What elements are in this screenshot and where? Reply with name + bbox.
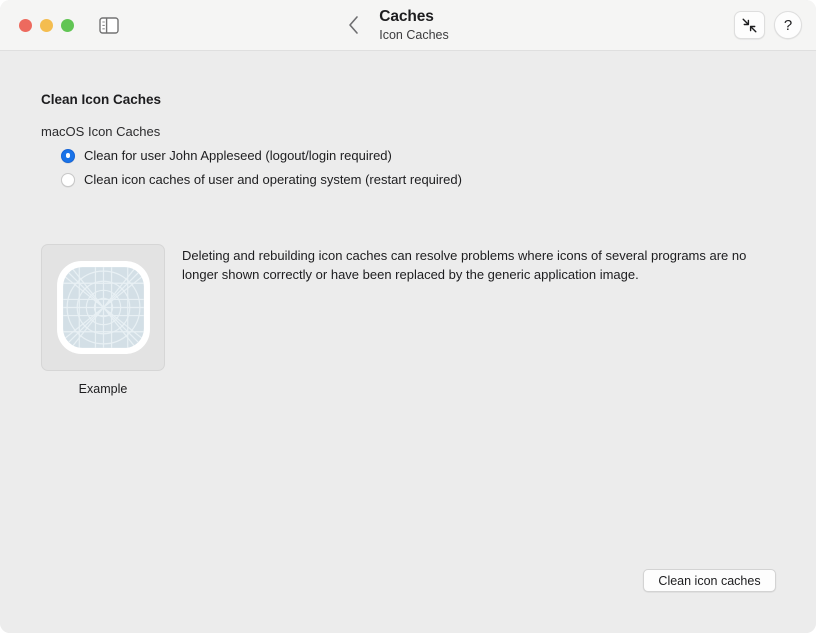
description-text: Deleting and rebuilding icon caches can … xyxy=(182,248,747,282)
collapse-window-button[interactable] xyxy=(734,11,765,39)
radio-option-system[interactable]: Clean icon caches of user and operating … xyxy=(61,172,462,187)
radio-button-unselected-icon[interactable] xyxy=(61,172,75,187)
radio-label-system: Clean icon caches of user and operating … xyxy=(84,172,462,187)
close-window-button[interactable] xyxy=(19,19,32,32)
title-group: Caches Icon Caches xyxy=(0,0,816,51)
sidebar-toggle-button[interactable] xyxy=(96,14,122,37)
window-title: Caches xyxy=(379,7,434,25)
window-controls xyxy=(19,19,74,32)
example-image-frame xyxy=(41,244,165,371)
radio-button-selected-icon[interactable] xyxy=(61,148,75,163)
minimize-window-button[interactable] xyxy=(40,19,53,32)
app-window: Caches Icon Caches ? Clean Icon Caches m xyxy=(0,0,816,633)
titlebar: Caches Icon Caches ? xyxy=(0,0,816,51)
clean-icon-caches-button[interactable]: Clean icon caches xyxy=(643,569,776,592)
window-subtitle: Icon Caches xyxy=(379,28,449,43)
example-caption: Example xyxy=(78,382,128,396)
collapse-arrows-icon xyxy=(742,18,757,33)
radio-label-user: Clean for user John Appleseed (logout/lo… xyxy=(84,148,392,163)
sidebar-toggle-icon xyxy=(99,17,119,34)
group-label: macOS Icon Caches xyxy=(41,124,161,139)
titlebar-actions: ? xyxy=(734,11,802,39)
example-block: Example xyxy=(41,244,165,396)
help-question-mark-icon: ? xyxy=(783,16,793,34)
generic-application-icon xyxy=(56,261,150,354)
radio-option-user[interactable]: Clean for user John Appleseed (logout/lo… xyxy=(61,148,392,163)
back-chevron-icon[interactable] xyxy=(347,14,361,36)
zoom-window-button[interactable] xyxy=(61,19,74,32)
content-pane: Clean Icon Caches macOS Icon Caches Clea… xyxy=(0,51,816,633)
page-title: Clean Icon Caches xyxy=(41,92,162,107)
help-button[interactable]: ? xyxy=(774,11,802,39)
